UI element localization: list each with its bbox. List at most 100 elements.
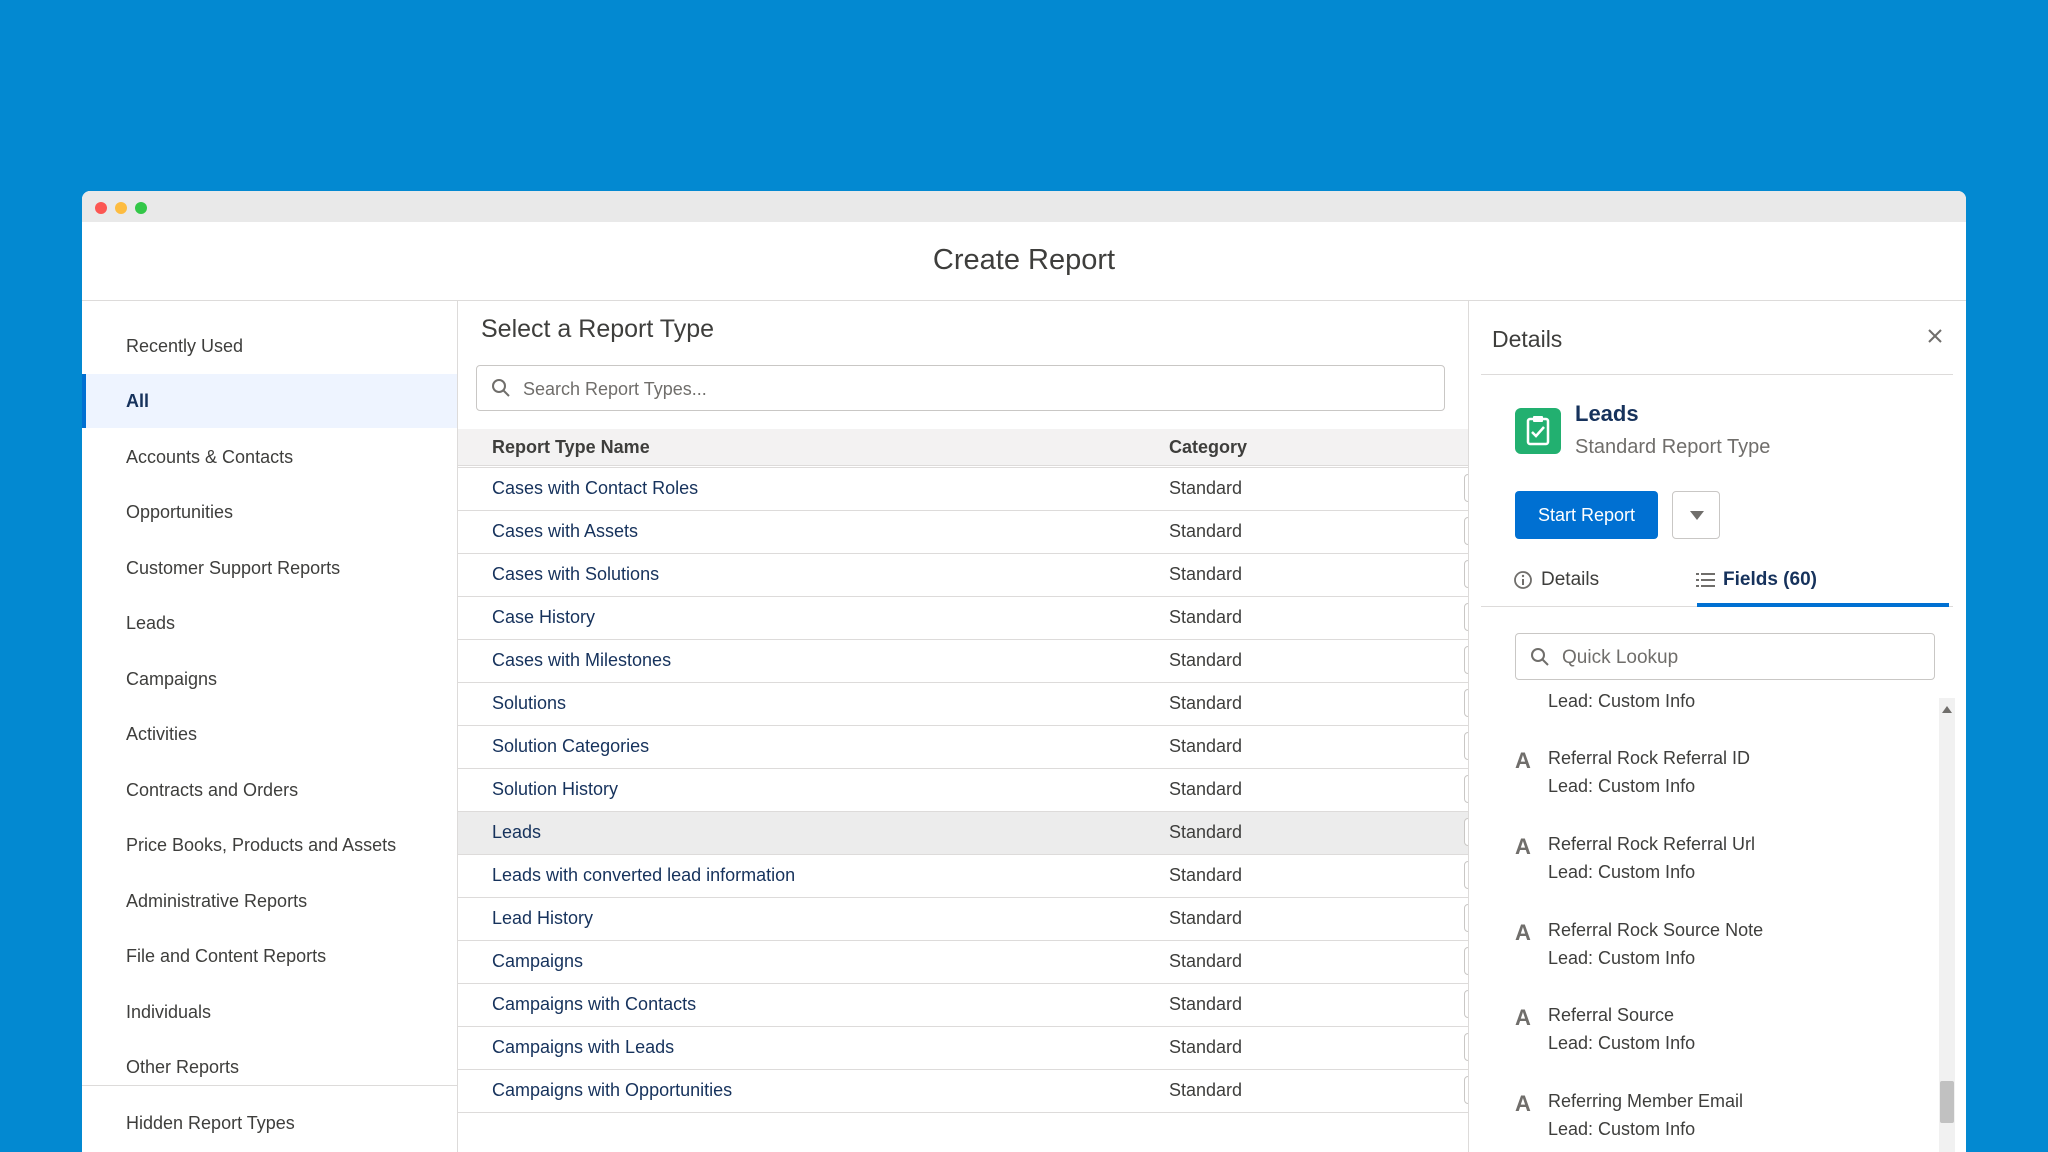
sidebar-item-file-content[interactable]: File and Content Reports [82, 929, 457, 983]
tab-fields[interactable]: Fields (60) [1696, 569, 1817, 591]
report-type-link[interactable]: Solution Categories [492, 736, 649, 757]
list-item[interactable]: A Referral Rock Referral Url Lead: Custo… [1469, 832, 1929, 912]
text-field-icon: A [1515, 1005, 1531, 1030]
category-cell: Standard [1169, 736, 1243, 756]
column-header-category[interactable]: Category [1169, 437, 1247, 458]
table-row[interactable]: Lead History Standard [458, 898, 1468, 941]
category-cell: Standard [1169, 1037, 1243, 1057]
table-row[interactable]: Case History Standard [458, 597, 1468, 640]
minimize-window-button[interactable] [115, 202, 127, 214]
sidebar-item-hidden-report-types[interactable]: Hidden Report Types [82, 1096, 457, 1150]
text-field-icon: A [1515, 1091, 1531, 1116]
report-type-link[interactable]: Cases with Milestones [492, 650, 671, 671]
sidebar-item-activities[interactable]: Activities [82, 707, 457, 761]
category-cell: Standard [1169, 865, 1243, 885]
category-cell: Standard [1169, 994, 1243, 1014]
category-cell: Standard [1169, 564, 1243, 584]
table-row[interactable]: Solutions Standard [458, 683, 1468, 726]
create-report-window: Create Report Recently Used All Accounts… [82, 191, 1966, 1152]
field-subtitle: Lead: Custom Info [1548, 1119, 1696, 1139]
title-bar [82, 191, 1966, 222]
fields-scrollbar-thumb[interactable] [1940, 1081, 1954, 1123]
report-type-link[interactable]: Campaigns with Leads [492, 1037, 674, 1058]
sidebar-item-contracts-orders[interactable]: Contracts and Orders [82, 763, 457, 817]
list-item[interactable]: A Referring Member Email Lead: Custom In… [1469, 1089, 1929, 1152]
text-field-icon: A [1515, 920, 1531, 945]
category-cell: Standard [1169, 779, 1243, 799]
report-type-link[interactable]: Cases with Assets [492, 521, 638, 542]
text-field-icon: A [1515, 748, 1531, 773]
field-name: Referral Rock Referral Url [1548, 834, 1756, 854]
report-type-link[interactable]: Leads [492, 822, 541, 843]
list-icon [1696, 573, 1715, 587]
tab-details[interactable]: Details [1514, 569, 1600, 591]
category-cell: Standard [1169, 693, 1243, 713]
sidebar-item-opportunities[interactable]: Opportunities [82, 485, 457, 539]
report-type-link[interactable]: Cases with Solutions [492, 564, 659, 585]
table-row[interactable]: Campaigns with Opportunities Standard [458, 1070, 1468, 1113]
scroll-up-arrow[interactable] [1942, 706, 1952, 713]
fields-list: Lead: Custom Info A Referral Rock Referr… [1469, 691, 1939, 1152]
start-report-button[interactable]: Start Report [1515, 491, 1658, 539]
table-row[interactable]: Campaigns with Contacts Standard [458, 984, 1468, 1027]
close-window-button[interactable] [95, 202, 107, 214]
sidebar-item-customer-support[interactable]: Customer Support Reports [82, 541, 457, 595]
field-name: Referral Rock Source Note [1548, 920, 1764, 940]
sidebar-item-accounts-contacts[interactable]: Accounts & Contacts [82, 430, 457, 484]
field-name: Referral Rock Referral ID [1548, 748, 1751, 768]
maximize-window-button[interactable] [135, 202, 147, 214]
table-row[interactable]: Solution History Standard [458, 769, 1468, 812]
table-row-selected[interactable]: Leads Standard [458, 812, 1468, 855]
table-row[interactable]: Cases with Assets Standard [458, 511, 1468, 554]
table-row[interactable]: Cases with Milestones Standard [458, 640, 1468, 683]
tab-details-label: Details [1541, 569, 1600, 590]
list-item[interactable]: A Referral Rock Referral ID Lead: Custom… [1469, 746, 1929, 826]
table-body: Cases with Contact Roles Standard Cases … [458, 441, 1468, 1113]
sidebar-item-campaigns[interactable]: Campaigns [82, 652, 457, 706]
report-type-table: Report Type Name Category Cases with Con… [458, 429, 1468, 1152]
category-cell: Standard [1169, 908, 1243, 928]
search-input[interactable] [521, 374, 1425, 404]
close-icon[interactable] [1926, 327, 1944, 345]
report-type-link[interactable]: Solution History [492, 779, 618, 800]
table-row[interactable]: Cases with Contact Roles Standard [458, 468, 1468, 511]
details-title: Details [1492, 326, 1563, 352]
category-cell: Standard [1169, 478, 1243, 498]
report-type-link[interactable]: Lead History [492, 908, 593, 929]
field-name: Referral Source [1548, 1005, 1675, 1025]
report-type-link[interactable]: Campaigns with Opportunities [492, 1080, 732, 1101]
table-row[interactable]: Campaigns Standard [458, 941, 1468, 984]
start-report-menu-button[interactable] [1672, 491, 1720, 539]
tab-fields-label: Fields (60) [1723, 569, 1817, 590]
quick-lookup-box [1515, 633, 1935, 680]
list-item[interactable]: A Referral Source Lead: Custom Info [1469, 1003, 1929, 1083]
list-item[interactable]: A Referral Rock Source Note Lead: Custom… [1469, 918, 1929, 998]
column-header-name[interactable]: Report Type Name [492, 437, 650, 458]
report-type-link[interactable]: Solutions [492, 693, 566, 714]
report-type-link[interactable]: Cases with Contact Roles [492, 478, 698, 499]
sidebar-divider [82, 1085, 457, 1086]
quick-lookup-input[interactable] [1560, 643, 1924, 673]
table-row[interactable]: Cases with Solutions Standard [458, 554, 1468, 597]
table-row[interactable]: Solution Categories Standard [458, 726, 1468, 769]
sidebar-item-price-books[interactable]: Price Books, Products and Assets [82, 818, 457, 872]
report-type-panel: Select a Report Type Report Type Name Ca… [458, 301, 1468, 1152]
field-subtitle: Lead: Custom Info [1548, 691, 1696, 711]
sidebar-item-all[interactable]: All [82, 374, 457, 428]
fields-scrollbar[interactable] [1939, 698, 1955, 1152]
report-type-link[interactable]: Case History [492, 607, 595, 628]
sidebar-item-administrative[interactable]: Administrative Reports [82, 874, 457, 928]
category-cell: Standard [1169, 521, 1243, 541]
chevron-down-icon [1690, 511, 1704, 520]
sidebar-item-recently-used[interactable]: Recently Used [82, 319, 457, 373]
sidebar-item-individuals[interactable]: Individuals [82, 985, 457, 1039]
report-type-link[interactable]: Campaigns with Contacts [492, 994, 696, 1015]
table-row[interactable]: Campaigns with Leads Standard [458, 1027, 1468, 1070]
search-box [476, 365, 1445, 411]
table-row[interactable]: Leads with converted lead information St… [458, 855, 1468, 898]
details-panel: Details Leads Standard Report Type Start… [1468, 301, 1966, 1152]
category-cell: Standard [1169, 822, 1243, 842]
sidebar-item-leads[interactable]: Leads [82, 596, 457, 650]
report-type-link[interactable]: Campaigns [492, 951, 583, 972]
report-type-link[interactable]: Leads with converted lead information [492, 865, 795, 886]
